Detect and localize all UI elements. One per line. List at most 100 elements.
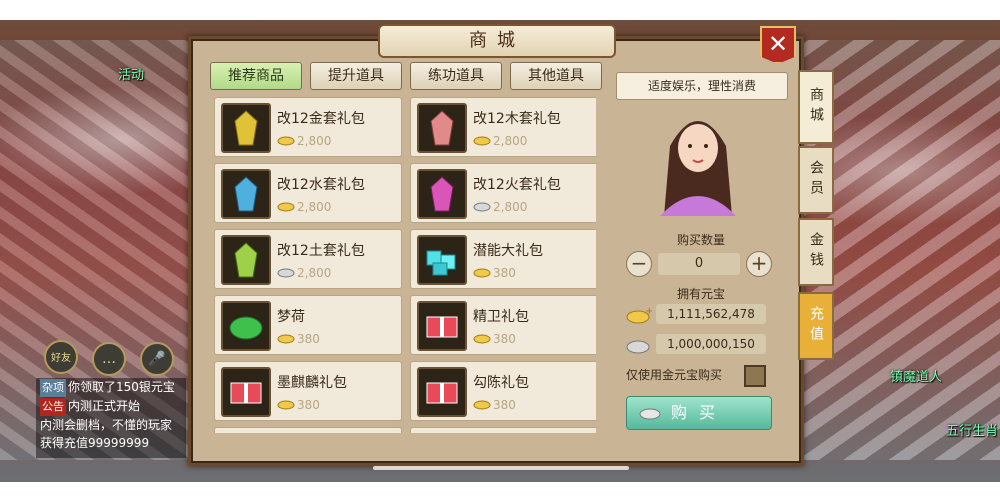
friends-button[interactable]: 好友	[44, 340, 78, 374]
quantity-stepper: − 0 +	[626, 251, 772, 277]
pink-robe-icon	[417, 103, 467, 153]
owned-currency-label: 拥有元宝	[676, 287, 725, 301]
item-price: 380	[297, 398, 320, 412]
activity-label[interactable]: 活动	[118, 64, 144, 83]
gold-only-checkbox[interactable]	[744, 365, 766, 387]
shop-item[interactable]: 改12火套礼包 2,800	[410, 163, 596, 223]
shop-item[interactable]: 墨麒麟礼包 380	[214, 361, 402, 421]
quantity-value[interactable]: 0	[658, 253, 740, 275]
side-tab-recharge[interactable]: 充值	[798, 292, 834, 360]
gold-ingot-icon	[473, 400, 491, 410]
buy-button[interactable]: 购买	[626, 396, 772, 430]
chat-bubble-icon[interactable]: …	[92, 342, 126, 376]
item-price: 380	[493, 266, 516, 280]
close-button[interactable]: ✕	[760, 26, 796, 64]
gold-only-label: 仅使用金元宝购买	[626, 368, 723, 382]
item-price: 2,800	[493, 200, 528, 214]
increase-quantity-button[interactable]: +	[746, 251, 772, 277]
item-name: 改12土套礼包	[277, 243, 365, 259]
blue-robe-icon	[221, 169, 271, 219]
gold-balance-row: + 1,111,562,478	[626, 304, 768, 326]
character-portrait	[660, 121, 736, 216]
item-name: 梦荷	[277, 309, 305, 325]
chat-tag-misc: 杂项	[40, 379, 66, 397]
gift-box-icon	[417, 367, 467, 417]
shop-title: 商城	[378, 24, 616, 58]
shop-item[interactable]: 勾陈礼包 380	[410, 361, 596, 421]
gold-ingot-plus-icon: +	[626, 306, 652, 324]
gold-ingot-icon	[277, 136, 295, 146]
gift-box-icon	[221, 367, 271, 417]
shop-item[interactable]: 改12金套礼包 2,800	[214, 97, 402, 157]
silver-balance-row: 1,000,000,150	[626, 334, 768, 356]
silver-ingot-icon	[639, 408, 661, 420]
gold-ingot-icon	[473, 334, 491, 344]
chat-line: 获得充值99999999	[36, 434, 186, 452]
gift-box-icon	[417, 301, 467, 351]
gold-ingot-icon	[277, 202, 295, 212]
chat-line: 内测会删档，不懂的玩家	[36, 416, 186, 434]
shop-item[interactable]: 改12木套礼包 2,800	[410, 97, 596, 157]
item-price: 380	[493, 332, 516, 346]
green-robe-icon	[221, 235, 271, 285]
side-tab-money[interactable]: 金钱	[798, 218, 834, 286]
item-name: 改12金套礼包	[277, 111, 365, 127]
item-price: 2,800	[297, 134, 332, 148]
item-price: 380	[493, 398, 516, 412]
npc-name-label-2[interactable]: 五行生肖	[946, 420, 998, 439]
item-price: 2,800	[297, 200, 332, 214]
cyan-crystal-icon	[417, 235, 467, 285]
silver-ingot-icon	[277, 268, 295, 278]
gold-ingot-icon	[277, 334, 295, 344]
shop-item[interactable]: 潜能大礼包 380	[410, 229, 596, 289]
tab-training-items[interactable]: 练功道具	[410, 62, 502, 90]
item-price: 380	[297, 332, 320, 346]
lotus-leaf-icon	[221, 301, 271, 351]
buy-label: 购买	[670, 403, 727, 422]
item-name: 改12火套礼包	[473, 177, 561, 193]
chat-log[interactable]: 杂项 你领取了150银元宝 公告 内测正式开始 内测会删档，不懂的玩家 获得充值99…	[36, 378, 186, 458]
side-tab-membership[interactable]: 会员	[798, 146, 834, 214]
decrease-quantity-button[interactable]: −	[626, 251, 652, 277]
item-grid[interactable]: 改12金套礼包 2,800 改12木套礼包 2,800 改12水套礼包 2,80…	[214, 97, 596, 433]
shop-item[interactable]: 改12土套礼包 2,800	[214, 229, 402, 289]
quantity-label: 购买数量	[676, 233, 725, 247]
gold-ingot-icon	[473, 268, 491, 278]
gold-ingot-icon	[277, 400, 295, 410]
home-indicator[interactable]	[373, 466, 629, 470]
silver-balance: 1,000,000,150	[656, 334, 766, 354]
chat-text: 内测正式开始	[68, 399, 141, 413]
shop-category-tabs: 推荐商品 提升道具 练功道具 其他道具	[210, 62, 602, 90]
gold-only-option[interactable]: 仅使用金元宝购买	[626, 364, 766, 387]
shop-item[interactable]: 梦荷 380	[214, 295, 402, 355]
item-name: 改12木套礼包	[473, 111, 561, 127]
gold-balance: 1,111,562,478	[656, 304, 766, 324]
silver-ingot-icon	[626, 340, 650, 354]
npc-name-label[interactable]: 镇魔道人	[890, 366, 942, 385]
item-name: 勾陈礼包	[473, 375, 529, 391]
item-name: 改12水套礼包	[277, 177, 365, 193]
microphone-icon[interactable]: 🎤	[140, 342, 174, 376]
item-name: 墨麒麟礼包	[277, 375, 347, 391]
chat-text: 获得充值99999999	[40, 436, 150, 450]
chat-line: 公告 内测正式开始	[36, 397, 186, 416]
tab-upgrade-items[interactable]: 提升道具	[310, 62, 402, 90]
shop-item[interactable]: 改12水套礼包 2,800	[214, 163, 402, 223]
item-name: 精卫礼包	[473, 309, 529, 325]
magenta-robe-icon	[417, 169, 467, 219]
side-tab-shop[interactable]: 商城	[798, 70, 834, 144]
shop-item-partial[interactable]	[214, 427, 402, 433]
item-name: 潜能大礼包	[473, 243, 543, 259]
tab-recommended[interactable]: 推荐商品	[210, 62, 302, 90]
chat-text: 内测会删档，不懂的玩家	[40, 418, 173, 432]
item-price: 2,800	[493, 134, 528, 148]
shop-item-partial[interactable]	[410, 427, 596, 433]
gold-robe-icon	[221, 103, 271, 153]
friends-label: 好友	[51, 353, 71, 364]
chat-text: 你领取了150银元宝	[68, 380, 175, 394]
shop-item[interactable]: 精卫礼包 380	[410, 295, 596, 355]
tab-other-items[interactable]: 其他道具	[510, 62, 602, 90]
item-price: 2,800	[297, 266, 332, 280]
chat-tag-notice: 公告	[40, 398, 66, 416]
svg-text:+: +	[645, 306, 652, 317]
